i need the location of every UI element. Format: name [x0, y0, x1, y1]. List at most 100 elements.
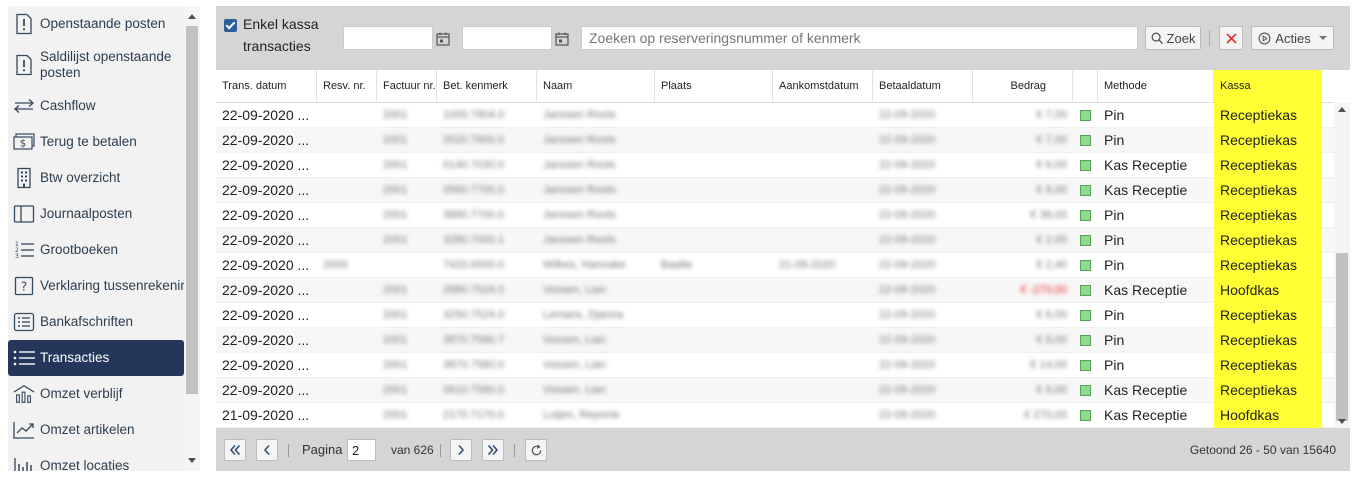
single-register-filter[interactable]: Enkel kassa transacties [224, 16, 343, 57]
search-input[interactable] [581, 26, 1138, 50]
cell-payment-ref: 0560.7700.0 [443, 184, 505, 196]
sidebar-item-transacties[interactable]: Transacties [8, 340, 184, 376]
cell-paid-date: 22-09-2020 [879, 159, 936, 171]
grid-scrollbar[interactable] [1334, 103, 1350, 428]
arrows-exchange-icon [12, 94, 36, 118]
column-header-amount[interactable]: Bedrag [973, 70, 1073, 103]
cell-payment-ref: 7420.0000.0 [443, 259, 505, 271]
calendar-icon[interactable] [551, 28, 573, 50]
sidebar-item-journaalposten[interactable]: Journaalposten [8, 196, 184, 232]
cell-invoice-nr: 2001 [383, 309, 408, 321]
last-page-button[interactable] [482, 439, 504, 461]
column-header-name[interactable]: Naam [537, 70, 655, 103]
chevron-right-icon [458, 445, 465, 455]
close-icon [1225, 32, 1237, 44]
cell-method: Pin [1104, 207, 1125, 223]
table-row[interactable]: 22-09-2020 ... 2000 7420.0000.0 Wilkes, Han… [216, 253, 1334, 278]
cell-resv-nr: 2000 [323, 259, 348, 271]
next-page-button[interactable] [450, 439, 472, 461]
table-row[interactable]: 22-09-2020 ... 2001 3250.7524.0 Lemans, Dja… [216, 303, 1334, 328]
sidebar-item-cashflow[interactable]: Cashflow [8, 88, 184, 124]
table-row[interactable]: 22-09-2020 ... 2001 3870.7580.0 Vossen, Lia… [216, 353, 1334, 378]
sidebar-item-verklaring-tussenrekening[interactable]: ? Verklaring tussenrekening [8, 268, 184, 304]
column-header-place[interactable]: Plaats [655, 70, 773, 103]
column-header-register[interactable]: Kassa [1214, 70, 1322, 103]
sidebar-scroll-thumb[interactable] [186, 26, 198, 394]
sidebar-scrollbar[interactable] [184, 6, 200, 471]
cell-payment-ref: 0520.7800.0 [443, 134, 505, 146]
sidebar-item-grootboeken[interactable]: 1 2 3 Grootboeken [8, 232, 184, 268]
refresh-button[interactable] [525, 439, 547, 461]
first-page-button[interactable] [224, 439, 246, 461]
table-row[interactable]: 21-09-2020 ... 2001 2170.7170.0 Lutjen, Rey… [216, 403, 1334, 428]
table-row[interactable]: 22-09-2020 ... 2001 3880.7700.0 Janssen Roo… [216, 203, 1334, 228]
column-header-invoice-nr[interactable]: Factuur nr. [377, 70, 437, 103]
cell-name: Janssen Roots [543, 159, 616, 171]
cell-register: Hoofdkas [1214, 278, 1322, 303]
cell-arrival-date [773, 153, 873, 178]
play-circle-icon [1258, 32, 1271, 44]
sidebar-item-omzet-artikelen[interactable]: Omzet artikelen [8, 412, 184, 448]
sidebar-item-openstaande-posten[interactable]: Openstaande posten [8, 6, 184, 42]
cell-place [655, 328, 773, 353]
scroll-up-arrow-icon[interactable] [1338, 107, 1346, 112]
scroll-down-arrow-icon[interactable] [1338, 419, 1346, 424]
cell-paid-date: 22-09-2020 [879, 384, 936, 396]
actions-button[interactable]: Acties [1251, 26, 1334, 50]
column-header-method[interactable]: Methode [1098, 70, 1214, 103]
table-row[interactable]: 22-09-2020 ... 2001 3870.7580.7 Vossen, Lia… [216, 328, 1334, 353]
cell-payment-ref: 2170.7170.0 [443, 409, 505, 421]
cell-paid-date: 22-09-2020 [879, 234, 936, 246]
grid-scroll-thumb[interactable] [1336, 253, 1348, 421]
cell-resv-nr [317, 203, 377, 228]
cell-method: Pin [1104, 232, 1125, 248]
table-row[interactable]: 22-09-2020 ... 2001 0560.7700.0 Janssen Roo… [216, 178, 1334, 203]
cell-name: Vossen, Lian [543, 284, 606, 296]
cell-name: Janssen Roots [543, 109, 616, 121]
cell-method: Pin [1104, 332, 1125, 348]
search-icon [1151, 32, 1163, 44]
table-row[interactable]: 22-09-2020 ... 2001 3280.7000.1 Janssen Roo… [216, 228, 1334, 253]
date-from-input[interactable] [343, 26, 433, 50]
cell-payment-ref: 0140.7030.0 [443, 159, 505, 171]
calendar-icon[interactable] [432, 28, 454, 50]
search-button[interactable]: Zoek [1145, 26, 1201, 50]
cell-method: Pin [1104, 357, 1125, 373]
sidebar-item-saldilijst-openstaande-posten[interactable]: Saldilijst openstaande posten [8, 42, 184, 88]
sidebar-item-btw-overzicht[interactable]: Btw overzicht [8, 160, 184, 196]
column-header-trans-date[interactable]: Trans. datum [216, 70, 317, 103]
cell-amount: € 6,00 [1036, 384, 1067, 396]
grid-header: Trans. datum Resv. nr. Factuur nr. Bet. ken… [216, 70, 1334, 103]
sidebar-item-omzet-verblijf[interactable]: Omzet verblijf [8, 376, 184, 412]
single-register-label: Enkel kassa transacties [243, 16, 319, 54]
column-header-resv-nr[interactable]: Resv. nr. [317, 70, 377, 103]
date-to-input[interactable] [462, 26, 552, 50]
cell-invoice-nr [377, 253, 437, 278]
single-register-checkbox[interactable] [224, 19, 237, 32]
column-header-status[interactable] [1073, 70, 1098, 103]
sidebar-item-bankafschriften[interactable]: Bankafschriften [8, 304, 184, 340]
column-header-paid-date[interactable]: Betaaldatum [873, 70, 973, 103]
page-number-input[interactable] [347, 439, 376, 461]
column-header-payment-ref[interactable]: Bet. kenmerk [437, 70, 537, 103]
table-row[interactable]: 22-09-2020 ... 2001 2880.7524.0 Vossen, Lia… [216, 278, 1334, 303]
table-row[interactable]: 22-09-2020 ... 2001 0520.7800.0 Janssen Roo… [216, 128, 1334, 153]
cell-resv-nr [317, 153, 377, 178]
list-box-icon [12, 310, 36, 334]
scroll-down-arrow-icon[interactable] [188, 458, 196, 463]
sidebar-item-omzet-locaties[interactable]: Omzet locaties [8, 448, 184, 471]
sidebar-item-terug-te-betalen[interactable]: $ Terug te betalen [8, 124, 184, 160]
scroll-up-arrow-icon[interactable] [188, 14, 196, 19]
cell-arrival-date [773, 353, 873, 378]
column-header-arrival-date[interactable]: Aankomstdatum [773, 70, 873, 103]
sidebar-item-label: Saldilijst openstaande posten [40, 49, 172, 80]
clear-filter-button[interactable] [1219, 26, 1243, 50]
table-row[interactable]: 22-09-2020 ... 2001 1000.7804.0 Janssen Roo… [216, 103, 1334, 128]
cell-payment-ref: 2880.7524.0 [443, 284, 505, 296]
search-button-label: Zoek [1166, 30, 1196, 46]
sidebar-item-label: Grootboeken [40, 242, 119, 257]
cell-trans-date: 22-09-2020 ... [222, 107, 310, 123]
table-row[interactable]: 22-09-2020 ... 2001 0140.7030.0 Janssen Roo… [216, 153, 1334, 178]
table-row[interactable]: 22-09-2020 ... 2001 0610.7580.0 Vossen, Lia… [216, 378, 1334, 403]
previous-page-button[interactable] [256, 439, 278, 461]
